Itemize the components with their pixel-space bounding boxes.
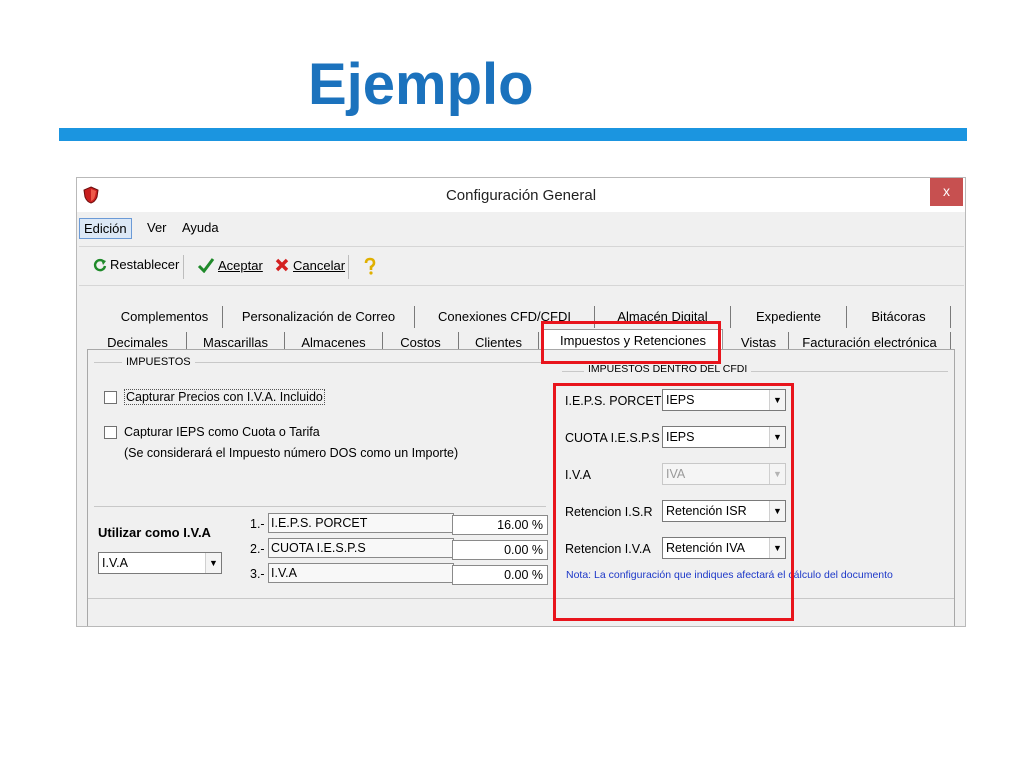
impuestos-group-label: IMPUESTOS — [122, 356, 195, 368]
cross-icon — [275, 258, 289, 272]
dropdown-arrow-icon[interactable]: ▼ — [205, 553, 221, 573]
tab-bitacoras[interactable]: Bitácoras — [847, 306, 951, 328]
tax-row-value[interactable]: 0.00 % — [452, 540, 548, 560]
divider — [94, 506, 546, 507]
utilizar-iva-label: Utilizar como I.V.A — [98, 525, 211, 540]
toolbar: Restablecer Aceptar Cancelar — [79, 246, 964, 286]
menu-ver[interactable]: Ver — [143, 218, 171, 237]
checkmark-icon — [197, 258, 215, 273]
toolbar-separator — [348, 255, 349, 279]
tax-row-name: CUOTA I.E.S.P.S — [268, 538, 454, 558]
divider — [88, 598, 954, 599]
window-titlebar: Configuración General x — [77, 178, 965, 212]
toolbar-separator — [183, 255, 184, 279]
title-underline-bar — [59, 128, 967, 141]
refresh-icon — [93, 258, 107, 271]
menu-bar: Edición Ver Ayuda — [77, 216, 965, 240]
chk-precios-iva[interactable]: Capturar Precios con I.V.A. Incluido — [104, 389, 325, 405]
tax-row-num: 1.- — [250, 517, 265, 531]
tab-personalizacion-correo[interactable]: Personalización de Correo — [223, 306, 415, 328]
tax-row-num: 3.- — [250, 567, 265, 581]
tab-panel-impuestos: IMPUESTOS Capturar Precios con I.V.A. In… — [87, 349, 955, 626]
menu-edicion[interactable]: Edición — [79, 218, 132, 239]
tax-row-value[interactable]: 0.00 % — [452, 565, 548, 585]
tax-row-name: I.E.P.S. PORCET — [268, 513, 454, 533]
config-window: Configuración General x Edición Ver Ayud… — [76, 177, 966, 627]
tax-row-num: 2.- — [250, 542, 265, 556]
menu-ayuda[interactable]: Ayuda — [178, 218, 223, 237]
window-title: Configuración General — [445, 187, 597, 204]
restablecer-button[interactable]: Restablecer — [93, 257, 179, 272]
slide-title: Ejemplo — [308, 52, 534, 117]
tax-row-name: I.V.A — [268, 563, 454, 583]
checkbox[interactable] — [104, 425, 117, 439]
tabs-row-top: Complementos Personalización de Correo C… — [89, 306, 957, 328]
checkbox[interactable] — [104, 390, 117, 404]
close-button[interactable]: x — [930, 178, 963, 206]
cfdi-group-label: IMPUESTOS DENTRO DEL CFDI — [584, 363, 752, 375]
aceptar-button[interactable]: Aceptar — [197, 257, 263, 273]
help-question-icon — [364, 257, 376, 275]
tax-row-value[interactable]: 16.00 % — [452, 515, 548, 535]
chk-ieps-cuota[interactable]: Capturar IEPS como Cuota o Tarifa — [104, 425, 320, 439]
highlight-tab-box — [541, 321, 721, 364]
ieps-note: (Se considerará el Impuesto número DOS c… — [124, 446, 459, 460]
utilizar-iva-select[interactable]: I.V.A ▼ — [98, 552, 222, 574]
tab-expediente[interactable]: Expediente — [731, 306, 847, 328]
cancelar-button[interactable]: Cancelar — [274, 257, 345, 273]
tab-complementos[interactable]: Complementos — [107, 306, 223, 328]
highlight-cfdi-box — [553, 383, 794, 621]
help-button[interactable] — [363, 257, 377, 275]
